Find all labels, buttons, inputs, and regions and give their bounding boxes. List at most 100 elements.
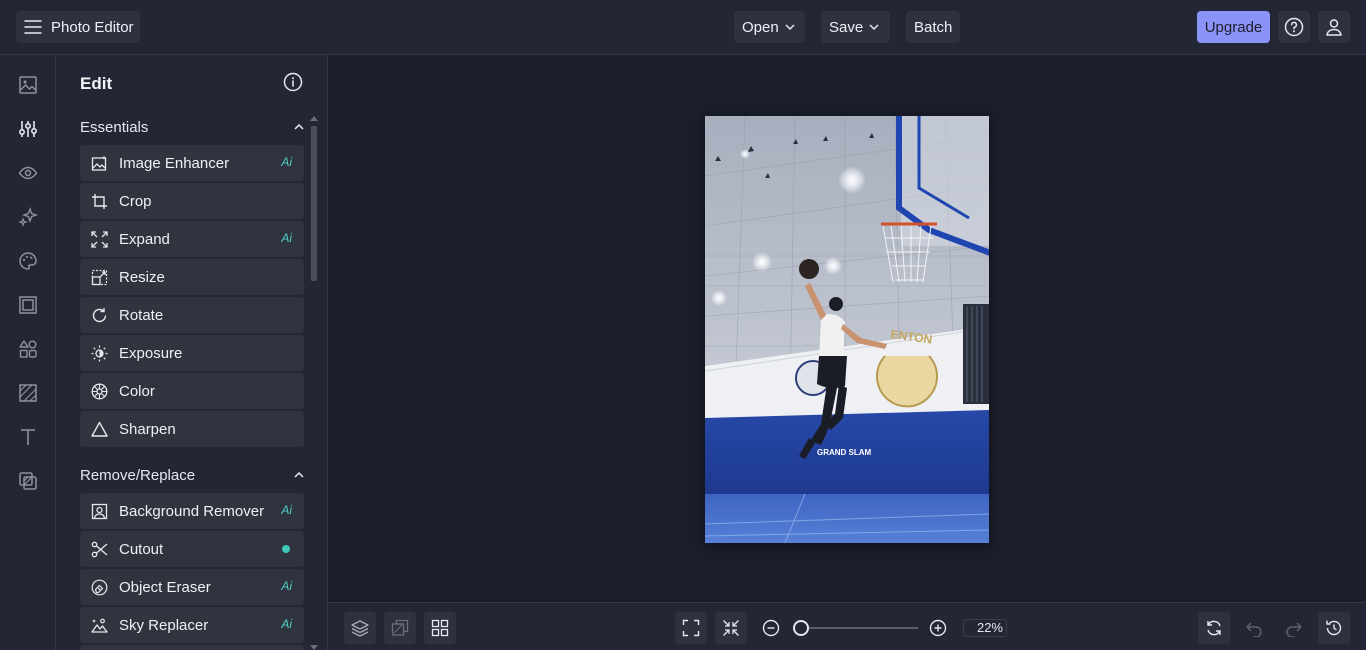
photo-preview[interactable]: ENTON GRAND SLAM (705, 116, 989, 543)
tool-label: Background Remover (119, 502, 265, 520)
tool-cutout[interactable]: Cutout (80, 531, 304, 567)
batch-button[interactable]: Batch (906, 11, 960, 43)
layers-button[interactable] (344, 612, 376, 644)
frame-icon[interactable] (16, 293, 40, 317)
tool-rotate[interactable]: Rotate (80, 297, 304, 333)
user-icon (1325, 18, 1343, 36)
ai-badge: Ai (281, 579, 292, 593)
batch-label: Batch (914, 18, 953, 36)
info-icon[interactable] (283, 72, 303, 92)
ai-badge: Ai (281, 503, 292, 517)
compare-button[interactable] (384, 612, 416, 644)
tool-image-enhancer[interactable]: Image Enhancer Ai (80, 145, 304, 181)
undo-icon (1245, 619, 1263, 637)
resize-icon (91, 269, 108, 286)
redo-button[interactable] (1278, 612, 1310, 644)
grid-icon (431, 619, 449, 637)
tool-label: Crop (119, 192, 152, 210)
help-button[interactable] (1278, 11, 1310, 43)
chevron-up-icon (294, 124, 304, 130)
portrait-icon (91, 503, 108, 520)
texture-icon[interactable] (16, 381, 40, 405)
help-icon (1284, 17, 1304, 37)
reset-button[interactable] (1198, 612, 1230, 644)
palette-icon[interactable] (16, 249, 40, 273)
overlay-icon[interactable] (16, 469, 40, 493)
zoom-slider-knob[interactable] (793, 620, 809, 636)
tool-label: Object Eraser (119, 578, 211, 596)
account-button[interactable] (1318, 11, 1350, 43)
ai-badge: Ai (281, 617, 292, 631)
tool-background-remover[interactable]: Background Remover Ai (80, 493, 304, 529)
tool-sharpen[interactable]: Sharpen (80, 411, 304, 447)
sun-icon (91, 345, 108, 362)
section-remove-replace[interactable]: Remove/Replace (80, 464, 304, 486)
edit-panel: Edit Essentials Image Enhancer Ai Crop E… (56, 55, 328, 650)
sliders-icon[interactable] (16, 117, 40, 141)
tool-color[interactable]: Color (80, 373, 304, 409)
history-icon (1325, 619, 1343, 637)
fit-to-screen-button[interactable] (675, 612, 707, 644)
image-icon[interactable] (16, 73, 40, 97)
open-label: Open (742, 18, 779, 36)
section-title: Remove/Replace (80, 466, 196, 484)
eraser-icon (91, 579, 108, 596)
open-button[interactable]: Open (734, 11, 805, 43)
zoom-out-button[interactable] (755, 612, 787, 644)
tool-label: Cutout (119, 540, 164, 558)
tool-label: Rotate (119, 306, 164, 324)
tool-expand[interactable]: Expand Ai (80, 221, 304, 257)
expand-icon (91, 230, 108, 248)
ai-badge: Ai (281, 231, 292, 245)
elements-icon[interactable] (16, 337, 40, 361)
color-wheel-icon (91, 383, 108, 400)
zoom-in-button[interactable] (922, 612, 954, 644)
sparkles-icon[interactable] (16, 205, 40, 229)
top-bar: Photo Editor Open Save Batch Upgrade (0, 0, 1366, 55)
history-button[interactable] (1318, 612, 1350, 644)
section-essentials[interactable]: Essentials (80, 116, 304, 138)
rotate-icon (91, 307, 108, 324)
bottom-toolbar: 22% (328, 602, 1366, 650)
crop-icon (91, 193, 108, 210)
scissors-icon (91, 541, 108, 558)
zoom-slider-track[interactable] (802, 627, 918, 629)
tool-crop[interactable]: Crop (80, 183, 304, 219)
tool-next-partial[interactable] (80, 645, 304, 650)
new-badge-dot (282, 545, 290, 553)
tool-label: Sky Replacer (119, 616, 209, 634)
tool-label: Color (119, 382, 155, 400)
tool-exposure[interactable]: Exposure (80, 335, 304, 371)
image-enhance-icon (91, 155, 108, 172)
refresh-icon (1205, 619, 1223, 637)
upgrade-button[interactable]: Upgrade (1197, 11, 1270, 43)
section-title: Essentials (80, 118, 149, 136)
zoom-percentage-input[interactable]: 22% (963, 619, 1007, 637)
undo-button[interactable] (1238, 612, 1270, 644)
compare-icon (391, 619, 409, 637)
save-button[interactable]: Save (821, 11, 890, 43)
text-icon[interactable] (16, 425, 40, 449)
fullscreen-icon (682, 619, 700, 637)
eye-icon[interactable] (16, 161, 40, 185)
tool-label: Resize (119, 268, 165, 286)
app-menu-button[interactable]: Photo Editor (16, 11, 140, 43)
tool-rail (0, 55, 56, 650)
panel-scrollbar[interactable] (308, 116, 320, 650)
plus-circle-icon (929, 619, 947, 637)
tool-sky-replacer[interactable]: Sky Replacer Ai (80, 607, 304, 643)
actual-size-button[interactable] (715, 612, 747, 644)
tool-resize[interactable]: Resize (80, 259, 304, 295)
save-label: Save (829, 18, 864, 36)
grid-view-button[interactable] (424, 612, 456, 644)
tool-object-eraser[interactable]: Object Eraser Ai (80, 569, 304, 605)
tool-label: Expand (119, 230, 170, 248)
tool-label: Exposure (119, 344, 183, 362)
scroll-thumb[interactable] (311, 126, 317, 281)
shrink-icon (722, 619, 740, 637)
redo-icon (1285, 619, 1303, 637)
tool-label: Image Enhancer (119, 154, 230, 172)
scroll-up-arrow[interactable] (310, 116, 318, 121)
mountain-icon (91, 617, 108, 634)
scroll-down-arrow[interactable] (310, 645, 318, 650)
